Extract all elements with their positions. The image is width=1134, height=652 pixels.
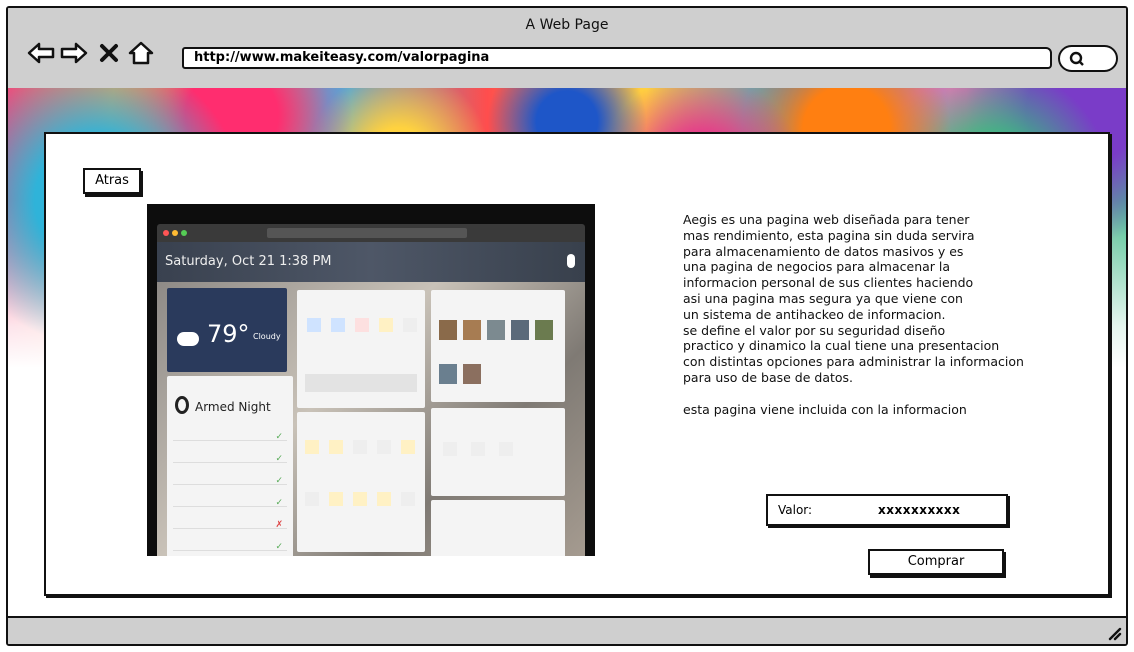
product-screenshot: Saturday, Oct 21 1:38 PM 79° Cloudy Arme… [147,204,595,556]
price-value: xxxxxxxxxx [878,503,961,517]
weather-card: 79° Cloudy [167,288,287,372]
security-mode: Armed Night [195,400,271,414]
browser-titlebar: A Web Page http://www.makeiteasy.com/val… [8,8,1126,90]
resize-handle-icon[interactable] [1106,625,1122,641]
mock-date: Saturday, Oct 21 1:38 PM [165,254,332,269]
back-button[interactable]: Atras [83,168,141,194]
price-box: Valor: xxxxxxxxxx [766,494,1008,526]
mock-browser-bar [157,224,585,242]
forward-arrow-icon[interactable] [59,38,89,68]
url-bar[interactable]: http://www.makeiteasy.com/valorpagina [182,47,1052,69]
window-title: A Web Page [525,17,609,33]
close-x-icon[interactable] [94,38,124,68]
access-card [431,408,565,496]
back-arrow-icon[interactable] [26,38,56,68]
weather-condition: Cloudy [253,332,281,341]
cameras-card [431,290,565,402]
buy-button[interactable]: Comprar [868,549,1004,575]
price-label: Valor: [778,503,813,517]
content-panel: Atras Saturday, Oct 21 1:38 PM 79° Cloud… [44,132,1110,596]
browser-window: A Web Page http://www.makeiteasy.com/val… [6,6,1128,646]
search-icon [1069,51,1084,66]
weather-temp: 79° [207,320,250,348]
devices-card [297,290,425,408]
home-icon[interactable] [126,38,156,68]
security-card: Armed Night ✓ ✓ ✓ ✓ ✗ ✓ [167,376,293,556]
mock-dashboard: 79° Cloudy Armed Night ✓ ✓ ✓ ✓ ✗ ✓ [157,282,585,556]
mock-header: Saturday, Oct 21 1:38 PM [157,242,585,282]
window-card [431,500,565,556]
product-description: Aegis es una pagina web diseñada para te… [683,212,1024,417]
browser-statusbar [8,616,1126,644]
search-button[interactable] [1058,45,1118,72]
lights-card [297,412,425,552]
